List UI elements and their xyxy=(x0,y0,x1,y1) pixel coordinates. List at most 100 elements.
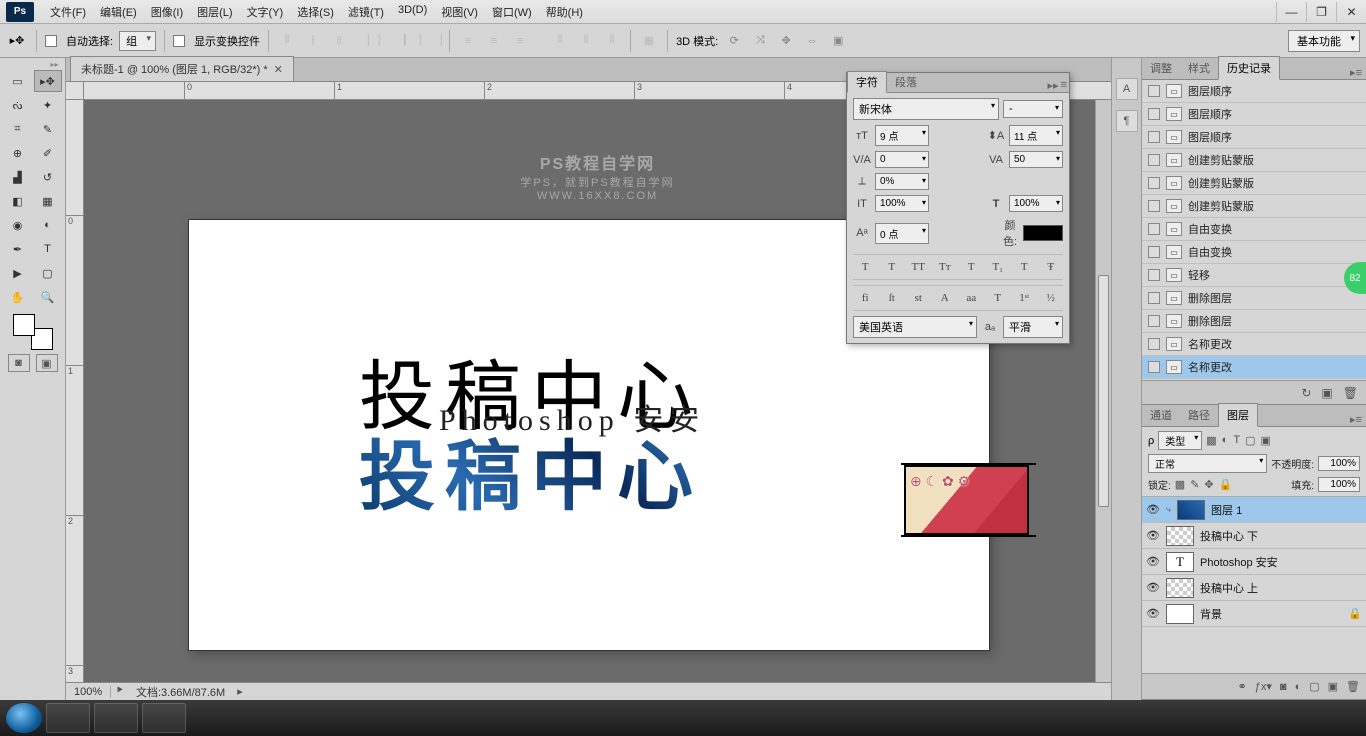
history-item[interactable]: ▭自由变换 xyxy=(1142,218,1366,241)
brush-tool-icon[interactable]: ✐ xyxy=(34,142,62,164)
character-panel[interactable]: 字符 段落 ▸▸≡ 新宋体 - тT 9 点 ⬍A 11 点 V/A 0 VA … xyxy=(846,72,1070,344)
text-style-button[interactable]: ½ xyxy=(1041,289,1061,307)
rectangle-tool-icon[interactable]: ▢ xyxy=(34,262,62,284)
text-style-button[interactable]: ſt xyxy=(882,289,902,307)
tab-character[interactable]: 字符 xyxy=(847,71,887,93)
history-item[interactable]: ▭图层顺序 xyxy=(1142,80,1366,103)
delete-layer-icon[interactable]: 🗑 xyxy=(1346,680,1360,693)
text-style-button[interactable]: A xyxy=(935,289,955,307)
filter-shape-icon[interactable]: ▢ xyxy=(1245,434,1255,447)
eyedropper-tool-icon[interactable]: ✎ xyxy=(34,118,62,140)
history-brush-tool-icon[interactable]: ↺ xyxy=(34,166,62,188)
visibility-toggle-icon[interactable]: 👁 xyxy=(1146,503,1160,516)
text-style-button[interactable]: fi xyxy=(855,289,875,307)
tab-layers[interactable]: 图层 xyxy=(1218,403,1258,427)
move-tool-icon[interactable]: ▸✥ xyxy=(34,70,62,92)
magic-wand-tool-icon[interactable]: ✦ xyxy=(34,94,62,116)
text-color-swatch[interactable] xyxy=(1023,225,1063,241)
layer-group-icon[interactable]: ▢ xyxy=(1309,680,1319,693)
history-state-checkbox[interactable] xyxy=(1148,246,1160,258)
visibility-toggle-icon[interactable]: 👁 xyxy=(1146,529,1160,542)
layer-mask-icon[interactable]: ◙ xyxy=(1280,681,1287,693)
pen-tool-icon[interactable]: ✒ xyxy=(4,238,32,260)
opacity-value[interactable]: 100% xyxy=(1318,456,1360,471)
history-camera-icon[interactable]: ▣ xyxy=(1321,386,1332,400)
text-style-button[interactable]: T xyxy=(855,258,875,276)
text-style-button[interactable]: T xyxy=(882,258,902,276)
history-item[interactable]: ▭删除图层 xyxy=(1142,287,1366,310)
document-tab[interactable]: 未标题-1 @ 100% (图层 1, RGB/32*) * ✕ xyxy=(70,56,294,81)
layer-name[interactable]: 投稿中心 上 xyxy=(1200,580,1258,596)
scrollbar-thumb[interactable] xyxy=(1098,275,1109,508)
show-transform-checkbox[interactable] xyxy=(173,35,185,47)
vertical-ruler[interactable]: 0 1 2 3 xyxy=(66,100,84,682)
menu-type[interactable]: 文字(Y) xyxy=(241,1,290,23)
text-style-button[interactable]: TT xyxy=(908,258,928,276)
maximize-button[interactable]: ❐ xyxy=(1306,2,1336,22)
layer-item[interactable]: 👁投稿中心 下 xyxy=(1142,523,1366,549)
tab-adjustments[interactable]: 调整 xyxy=(1142,57,1180,79)
antialias-dropdown[interactable]: 平滑 xyxy=(1003,316,1063,338)
baseline-field[interactable]: 0 点 xyxy=(875,223,929,244)
text-style-button[interactable]: 1ˢᵗ xyxy=(1014,289,1034,307)
menu-edit[interactable]: 编辑(E) xyxy=(94,1,143,23)
text-style-button[interactable]: T xyxy=(1014,258,1034,276)
text-style-button[interactable]: Tᴛ xyxy=(935,258,955,276)
3d-pan-icon[interactable]: ✥ xyxy=(776,31,796,51)
3d-roll-icon[interactable]: ⤨ xyxy=(750,31,770,51)
visibility-toggle-icon[interactable]: 👁 xyxy=(1146,555,1160,568)
vscale-field[interactable]: 100% xyxy=(875,195,929,212)
filter-adjust-icon[interactable]: ◐ xyxy=(1222,434,1229,447)
lock-position-icon[interactable]: ✥ xyxy=(1204,478,1213,491)
lasso-tool-icon[interactable]: ᔔ xyxy=(4,94,32,116)
zoom-popup-icon[interactable]: ⯈ xyxy=(111,685,128,698)
screen-mode-icon[interactable]: ▣ xyxy=(36,354,58,372)
layer-item[interactable]: 👁背景🔒 xyxy=(1142,601,1366,627)
tab-styles[interactable]: 样式 xyxy=(1180,57,1218,79)
quick-mask-icon[interactable]: ◙ xyxy=(8,354,30,372)
type-layer-icon[interactable]: T xyxy=(1166,552,1194,572)
history-state-checkbox[interactable] xyxy=(1148,108,1160,120)
menu-window[interactable]: 窗口(W) xyxy=(486,1,538,23)
menu-help[interactable]: 帮助(H) xyxy=(540,1,589,23)
healing-brush-tool-icon[interactable]: ⊕ xyxy=(4,142,32,164)
layer-name[interactable]: Photoshop 安安 xyxy=(1200,554,1278,570)
zoom-level[interactable]: 100% xyxy=(66,686,111,698)
paragraph-panel-icon[interactable]: ¶ xyxy=(1116,110,1138,132)
vertical-scrollbar[interactable] xyxy=(1095,100,1111,682)
tsume-field[interactable]: 0% xyxy=(875,173,929,190)
panel-menu-icon[interactable]: ≡ xyxy=(1061,79,1067,92)
history-state-checkbox[interactable] xyxy=(1148,315,1160,327)
workspace-switcher[interactable]: 基本功能 xyxy=(1288,30,1360,52)
history-state-checkbox[interactable] xyxy=(1148,292,1160,304)
new-layer-icon[interactable]: ▣ xyxy=(1328,680,1338,693)
font-family-dropdown[interactable]: 新宋体 xyxy=(853,98,999,120)
text-style-button[interactable]: Ŧ xyxy=(1041,258,1061,276)
close-button[interactable]: ✕ xyxy=(1336,2,1366,22)
tracking-field[interactable]: 50 xyxy=(1009,151,1063,168)
tab-paragraph[interactable]: 段落 xyxy=(887,72,925,92)
history-item[interactable]: ▭创建剪贴蒙版 xyxy=(1142,172,1366,195)
zoom-tool-icon[interactable]: 🔍 xyxy=(34,286,62,308)
marquee-tool-icon[interactable]: ▭ xyxy=(4,70,32,92)
dodge-tool-icon[interactable]: ◐ xyxy=(34,214,62,236)
history-state-checkbox[interactable] xyxy=(1148,131,1160,143)
layer-item[interactable]: 👁⤷图层 1 xyxy=(1142,497,1366,523)
3d-slide-icon[interactable]: ⇔ xyxy=(802,31,822,51)
history-state-checkbox[interactable] xyxy=(1148,338,1160,350)
menu-view[interactable]: 视图(V) xyxy=(435,1,484,23)
history-item[interactable]: ▭名称更改 xyxy=(1142,333,1366,356)
taskbar-item[interactable] xyxy=(142,703,186,733)
document-info[interactable]: 文档:3.66M/87.6M xyxy=(128,684,233,700)
language-dropdown[interactable]: 美国英语 xyxy=(853,316,977,338)
close-tab-icon[interactable]: ✕ xyxy=(274,63,283,76)
panel-collapse-icon[interactable]: ▸▸ xyxy=(1048,79,1059,92)
lock-transparency-icon[interactable]: ▩ xyxy=(1175,478,1185,491)
3d-orbit-icon[interactable]: ⟳ xyxy=(724,31,744,51)
layer-name[interactable]: 背景 xyxy=(1200,606,1222,622)
tools-collapse-icon[interactable]: ▸▸ xyxy=(3,60,63,70)
panel-menu-icon[interactable]: ▸≡ xyxy=(1346,413,1366,426)
foreground-color[interactable] xyxy=(13,314,35,336)
menu-file[interactable]: 文件(F) xyxy=(44,1,92,23)
type-tool-icon[interactable]: T xyxy=(34,238,62,260)
